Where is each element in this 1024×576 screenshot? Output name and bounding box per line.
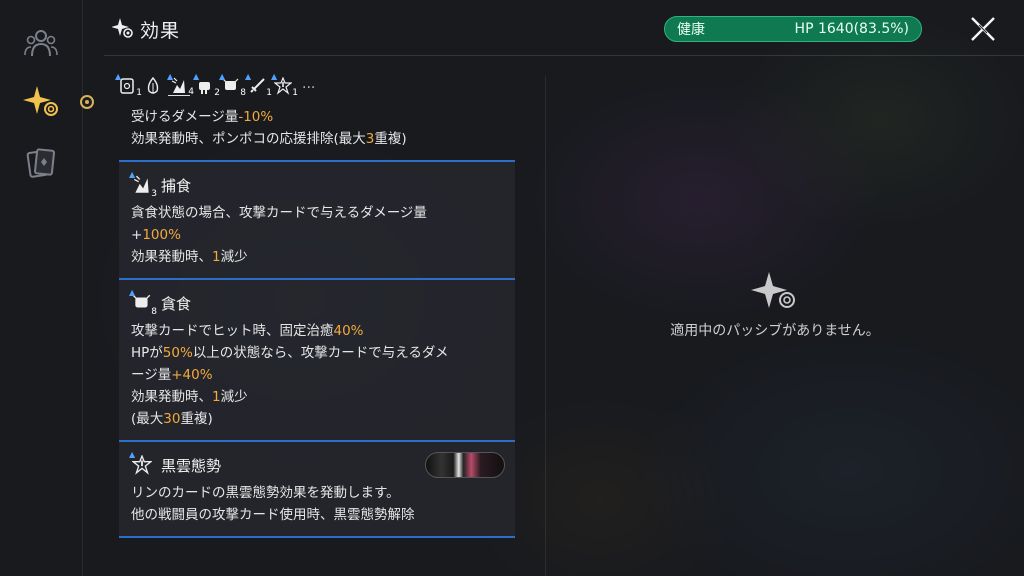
devour-icon: ▲ 8 [129, 288, 157, 317]
card-divider [119, 536, 515, 538]
effect-card-defense: 受けるダメージ量-10% 効果発動時、ポンポコの応援排除(最大3重複) [119, 100, 515, 160]
effect-description: リンのカードの黒雲態勢効果を発動します。 他の戦闘員の攻撃カード使用時、黒雲態勢… [131, 485, 415, 523]
effect-name: 捕食 [161, 176, 192, 195]
sparkle-swirl-icon [111, 17, 134, 43]
hp-value: HP 1640(83.5%) [794, 21, 909, 37]
close-button[interactable] [968, 14, 998, 44]
page-title: 効果 [140, 20, 181, 42]
rail-divider [82, 0, 83, 576]
devour-icon[interactable]: ▲ 8 [219, 72, 246, 98]
passive-empty-state: 適用中のパッシブがありません。 [640, 270, 910, 340]
effect-card-hoshoku: ▲ 3 捕食 貪食状態の場合、攻撃カードで与えるダメージ量 +100% 効果発動… [119, 162, 515, 278]
effect-card-kokuun: ▲ 黒雲態勢 リンのカードの黒雲態勢効果を発動します。 他の戦闘員の攻撃カード使… [119, 442, 515, 536]
health-status-label: 健康 [677, 22, 705, 38]
effect-description: 貪食状態の場合、攻撃カードで与えるダメージ量 +100% 効果発動時、1減少 [131, 205, 427, 265]
header: 効果 健康 HP 1640(83.5%) [104, 0, 1024, 56]
effect-description: 受けるダメージ量-10% 効果発動時、ポンポコの応援排除(最大3重複) [131, 109, 407, 147]
effect-icon-strip: ▲ 1 ▲ 4 ▲ 2 ▲ 8 ▲ 1 ▲ 1 ··· [115, 72, 315, 98]
close-x-icon [971, 17, 995, 41]
card-deck-icon[interactable] [22, 144, 60, 182]
flame-leaf-icon[interactable] [142, 76, 164, 96]
passive-empty-text: 適用中のパッシブがありません。 [670, 323, 880, 339]
more-effects-indicator[interactable]: ··· [302, 80, 315, 96]
hp-status-bar: 健康 HP 1640(83.5%) [664, 16, 922, 42]
scroll-icon[interactable]: ▲ 1 [115, 72, 142, 98]
sword-icon[interactable]: ▲ 1 [245, 72, 272, 98]
predation-icon[interactable]: ▲ 4 [167, 72, 194, 97]
character-portrait-thumbnail [425, 452, 505, 478]
black-cloud-icon[interactable]: ▲ 1 [271, 72, 298, 98]
effects-tab-icon[interactable] [22, 82, 60, 120]
sparkle-swirl-icon [751, 272, 795, 308]
effect-description: 攻撃カードでヒット時、固定治癒40% HPが50%以上の状態なら、攻撃カードで与… [131, 323, 449, 427]
effect-name: 黒雲態勢 [161, 456, 222, 475]
party-members-icon[interactable] [22, 24, 60, 62]
active-tab-indicator [80, 95, 94, 109]
effect-card-donshoku: ▲ 8 貪食 攻撃カードでヒット時、固定治癒40% HPが50%以上の状態なら、… [119, 280, 515, 440]
side-rail [0, 0, 82, 576]
fist-shield-icon[interactable]: ▲ 2 [193, 72, 220, 98]
pane-divider [545, 76, 546, 576]
title-group: 効果 [111, 16, 181, 43]
predation-icon: ▲ 3 [129, 170, 157, 199]
effect-name: 貪食 [161, 294, 192, 313]
black-cloud-icon: ▲ [129, 450, 153, 476]
effect-list: 受けるダメージ量-10% 効果発動時、ポンポコの応援排除(最大3重複) ▲ 3 … [119, 100, 515, 538]
